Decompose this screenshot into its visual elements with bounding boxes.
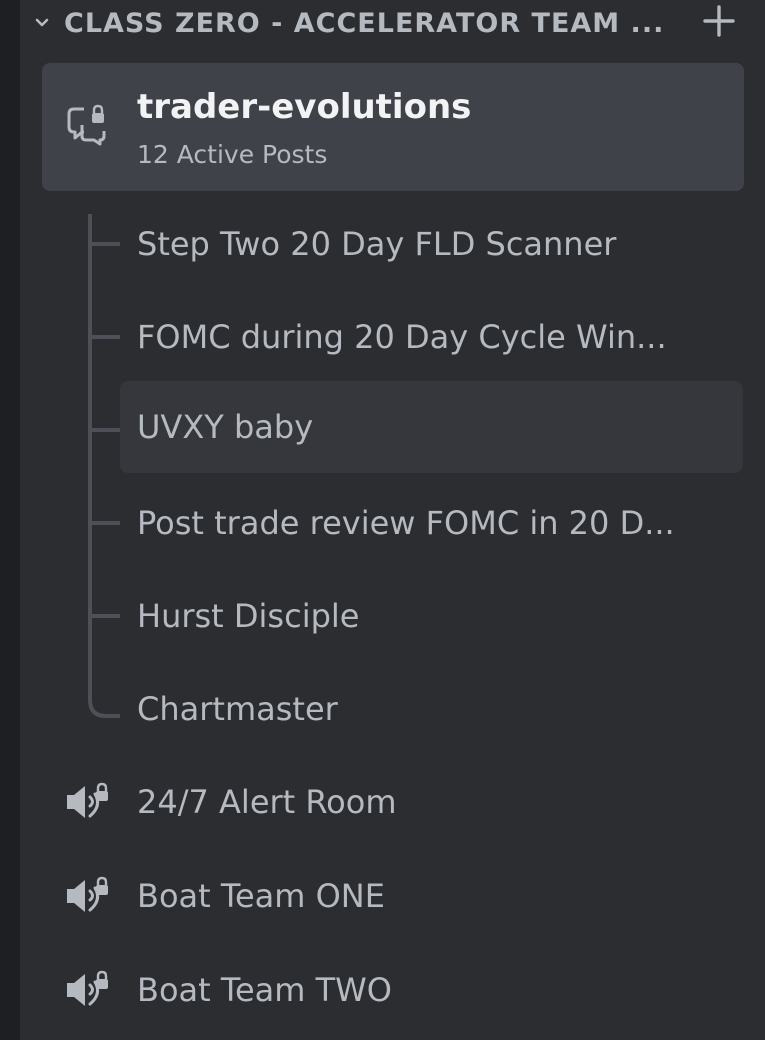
thread-label: Chartmaster <box>137 690 338 728</box>
thread-item[interactable]: Hurst Disciple <box>120 570 743 662</box>
plus-icon[interactable] <box>702 4 736 38</box>
voice-channel-label: Boat Team ONE <box>137 877 385 915</box>
voice-lock-icon <box>64 970 110 1010</box>
forum-channel-name: trader-evolutions <box>137 87 472 127</box>
thread-item[interactable]: FOMC during 20 Day Cycle Win... <box>120 291 743 383</box>
voice-channel-alert-room[interactable]: 24/7 Alert Room <box>42 756 744 848</box>
chevron-down-icon[interactable] <box>32 12 52 32</box>
thread-label: Post trade review FOMC in 20 D... <box>137 504 675 542</box>
forum-active-posts: 12 Active Posts <box>137 140 328 169</box>
thread-item[interactable]: Post trade review FOMC in 20 D... <box>120 477 743 569</box>
voice-lock-icon <box>64 876 110 916</box>
thread-label: UVXY baby <box>137 408 314 446</box>
thread-item[interactable]: Step Two 20 Day FLD Scanner <box>120 198 743 290</box>
thread-item[interactable]: UVXY baby <box>120 381 743 473</box>
channel-sidebar: CLASS ZERO - ACCELERATOR TEAM ... trader… <box>20 0 765 1040</box>
voice-channel-boat-team-one[interactable]: Boat Team ONE <box>42 850 744 942</box>
thread-label: Step Two 20 Day FLD Scanner <box>137 225 617 263</box>
thread-item[interactable]: Chartmaster <box>120 663 743 755</box>
server-list-strip <box>0 0 20 1040</box>
forum-lock-icon <box>64 103 108 147</box>
voice-channel-boat-team-two[interactable]: Boat Team TWO <box>42 944 744 1036</box>
voice-channel-label: Boat Team TWO <box>137 971 392 1009</box>
voice-lock-icon <box>64 782 110 822</box>
voice-channel-label: 24/7 Alert Room <box>137 783 397 821</box>
category-title: CLASS ZERO - ACCELERATOR TEAM ... <box>64 8 665 39</box>
category-header[interactable]: CLASS ZERO - ACCELERATOR TEAM ... <box>20 0 765 50</box>
thread-label: FOMC during 20 Day Cycle Win... <box>137 318 667 356</box>
forum-channel-trader-evolutions[interactable]: trader-evolutions 12 Active Posts <box>42 63 744 191</box>
thread-label: Hurst Disciple <box>137 597 360 635</box>
